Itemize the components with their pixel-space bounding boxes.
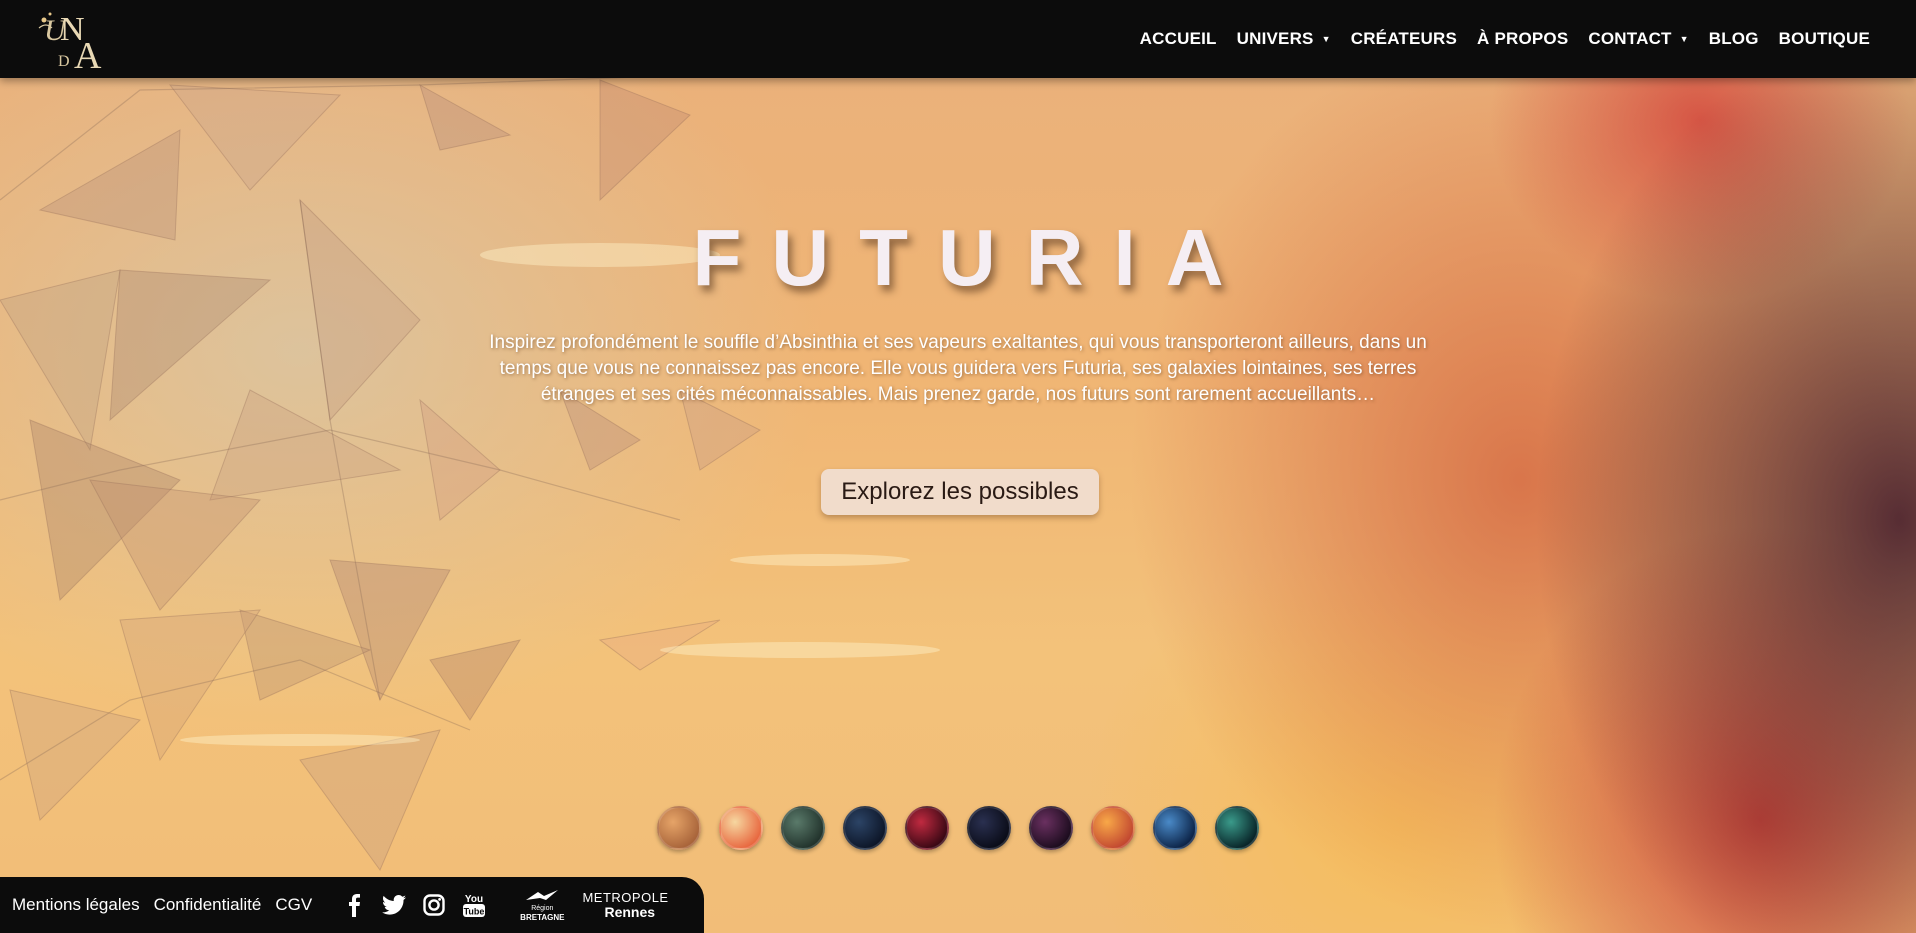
intro-paragraph: Inspirez profondément le souffle d’Absin… bbox=[489, 332, 1427, 405]
planet-5-icon[interactable] bbox=[905, 806, 949, 850]
site-logo[interactable]: U N D A bbox=[36, 6, 114, 77]
top-navigation-bar: U N D A ACCUEIL UNIVERS ▼ CRÉATEURS À PRO… bbox=[0, 0, 1916, 78]
rennes-label-1: METROPOLE bbox=[582, 890, 669, 905]
nav-blog[interactable]: BLOG bbox=[1709, 29, 1759, 49]
footer-link-mentions-legales[interactable]: Mentions légales bbox=[12, 895, 140, 915]
nav-accueil[interactable]: ACCUEIL bbox=[1140, 29, 1217, 49]
planet-2-icon[interactable] bbox=[719, 806, 763, 850]
footer-link-cgv[interactable]: CGV bbox=[275, 895, 312, 915]
planet-selector bbox=[657, 806, 1259, 850]
nav-label: BOUTIQUE bbox=[1778, 29, 1870, 48]
region-bretagne-logo[interactable]: Région BRETAGNE bbox=[520, 888, 564, 922]
nav-label: À PROPOS bbox=[1477, 29, 1569, 48]
bretagne-label-1: Région bbox=[531, 905, 554, 912]
nav-createurs[interactable]: CRÉATEURS bbox=[1351, 29, 1457, 49]
planet-6-icon[interactable] bbox=[967, 806, 1011, 850]
twitter-icon[interactable] bbox=[382, 893, 407, 917]
planet-4-icon[interactable] bbox=[843, 806, 887, 850]
nav-label: CONTACT bbox=[1588, 29, 1672, 48]
nav-label: BLOG bbox=[1708, 29, 1759, 48]
nav-boutique[interactable]: BOUTIQUE bbox=[1779, 29, 1870, 49]
rennes-label-2: Rennes bbox=[604, 904, 656, 920]
nav-label: UNIVERS bbox=[1236, 29, 1314, 48]
hero-background bbox=[0, 0, 1916, 933]
geometric-shapes-decoration bbox=[0, 74, 940, 872]
facebook-icon[interactable] bbox=[342, 893, 366, 917]
caret-down-icon: ▼ bbox=[1679, 34, 1689, 44]
svg-text:A: A bbox=[74, 35, 102, 70]
footer-link-confidentialite[interactable]: Confidentialité bbox=[154, 895, 262, 915]
youtube-icon[interactable]: You Tube bbox=[462, 893, 486, 917]
caret-down-icon: ▼ bbox=[1321, 34, 1331, 44]
planet-10-icon[interactable] bbox=[1215, 806, 1259, 850]
nav-contact[interactable]: CONTACT ▼ bbox=[1588, 29, 1688, 49]
bretagne-label-2: BRETAGNE bbox=[520, 913, 565, 922]
explore-button[interactable]: Explorez les possibles bbox=[821, 469, 1099, 515]
nav-label: ACCUEIL bbox=[1139, 29, 1217, 48]
youtube-label-you: You bbox=[465, 894, 483, 905]
nav-label: CRÉATEURS bbox=[1350, 29, 1458, 48]
main-nav: ACCUEIL UNIVERS ▼ CRÉATEURS À PROPOS CONT… bbox=[1140, 0, 1870, 78]
footer-bar: Mentions légales Confidentialité CGV You… bbox=[0, 877, 704, 933]
social-links: You Tube bbox=[342, 893, 486, 917]
logo-icon: U N D A bbox=[38, 11, 102, 77]
bretagne-bird-icon bbox=[526, 890, 559, 900]
svg-text:D: D bbox=[58, 53, 70, 70]
nav-a-propos[interactable]: À PROPOS bbox=[1477, 29, 1568, 49]
page-title: FUTURIA bbox=[692, 213, 1254, 302]
planet-8-icon[interactable] bbox=[1091, 806, 1135, 850]
partner-logos: Région BRETAGNE METROPOLE Rennes bbox=[520, 888, 668, 922]
instagram-icon[interactable] bbox=[422, 893, 446, 917]
rennes-metropole-logo[interactable]: METROPOLE Rennes bbox=[582, 890, 669, 920]
youtube-label-tube: Tube bbox=[464, 907, 485, 917]
nav-univers[interactable]: UNIVERS ▼ bbox=[1237, 29, 1331, 49]
planet-3-icon[interactable] bbox=[781, 806, 825, 850]
planet-9-icon[interactable] bbox=[1153, 806, 1197, 850]
planet-1-icon[interactable] bbox=[657, 806, 701, 850]
planet-7-icon[interactable] bbox=[1029, 806, 1073, 850]
